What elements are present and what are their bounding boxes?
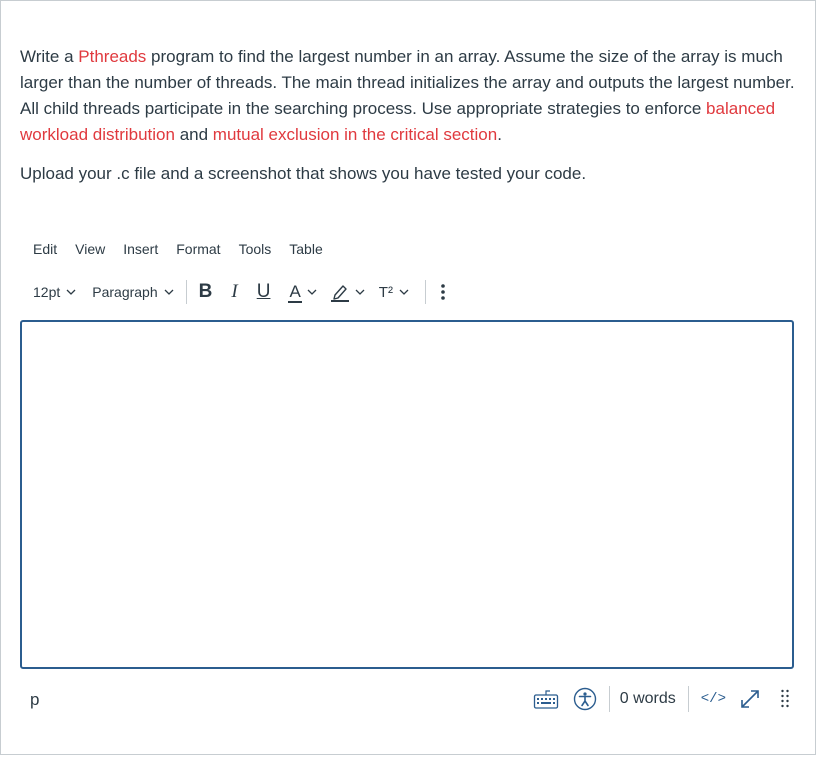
chevron-down-icon	[66, 289, 76, 295]
text-color-icon: A	[288, 282, 302, 303]
word-count[interactable]: 0 words	[620, 690, 676, 708]
chevron-down-icon	[307, 289, 317, 295]
keyboard-shortcuts-icon[interactable]	[533, 688, 559, 710]
toolbar-divider	[424, 280, 426, 304]
editor-menubar: Edit View Insert Format Tools Table	[33, 238, 341, 260]
bold-button[interactable]: B	[199, 279, 213, 305]
html-editor-button[interactable]: </>	[701, 691, 726, 707]
menu-table[interactable]: Table	[289, 238, 322, 260]
block-format-dropdown[interactable]: Paragraph	[92, 279, 174, 305]
question-paragraph-2: Upload your .c file and a screenshot tha…	[20, 164, 587, 183]
question-text: Write a Pthreads program to find the lar…	[20, 44, 800, 187]
underline-button[interactable]: U	[257, 279, 271, 305]
highlight-mutual-exclusion: mutual exclusion in the critical section	[212, 125, 498, 144]
resize-handle-icon[interactable]	[780, 688, 790, 710]
text-color-bar	[288, 301, 302, 303]
italic-button[interactable]: I	[231, 279, 237, 305]
highlighter-pen-icon	[330, 285, 349, 302]
superscript-button[interactable]: T²	[379, 284, 409, 301]
menu-tools[interactable]: Tools	[239, 238, 272, 260]
block-format-value: Paragraph	[92, 284, 158, 300]
menu-insert[interactable]: Insert	[123, 238, 158, 260]
font-size-value: 12pt	[33, 284, 61, 300]
fullscreen-expand-icon[interactable]	[738, 688, 762, 710]
menu-edit[interactable]: Edit	[33, 238, 57, 260]
chevron-down-icon	[399, 289, 409, 295]
text-color-button[interactable]: A	[288, 282, 317, 303]
superscript-icon: T²	[378, 283, 393, 301]
text-run: .	[497, 125, 502, 144]
font-size-dropdown[interactable]: 12pt	[33, 279, 76, 305]
editor-toolbar: 12pt Paragraph B I U A T²	[33, 279, 446, 305]
statusbar-divider	[608, 686, 610, 712]
question-paragraph-1: Write a Pthreads program to find the lar…	[20, 44, 800, 148]
text-run: Write a	[20, 47, 79, 66]
element-path[interactable]: p	[30, 690, 39, 710]
highlight-color-button[interactable]	[330, 282, 365, 302]
statusbar-actions: 0 words </>	[533, 684, 794, 714]
text-color-letter: A	[289, 282, 301, 301]
statusbar-divider	[687, 686, 689, 712]
more-options-icon[interactable]	[440, 282, 446, 302]
rich-text-editor-area[interactable]	[20, 320, 794, 669]
chevron-down-icon	[355, 289, 365, 295]
toolbar-divider	[185, 280, 187, 304]
editor-statusbar: p 0 words </>	[20, 684, 794, 714]
text-run: and	[174, 125, 213, 144]
menu-view[interactable]: View	[75, 238, 105, 260]
menu-format[interactable]: Format	[176, 238, 220, 260]
highlight-pthreads: Pthreads	[78, 47, 147, 66]
chevron-down-icon	[164, 289, 174, 295]
accessibility-checker-icon[interactable]	[573, 687, 597, 711]
